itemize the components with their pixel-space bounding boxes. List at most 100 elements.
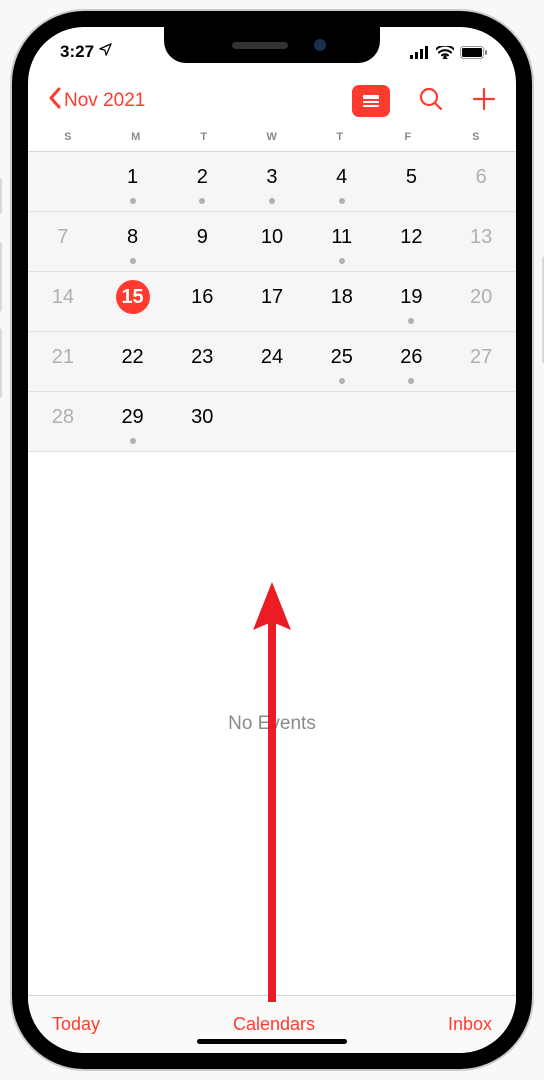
front-camera (314, 39, 326, 51)
day-cell[interactable]: 28 (28, 392, 98, 452)
search-button[interactable] (418, 86, 444, 117)
day-number: 16 (185, 280, 219, 314)
today-button[interactable]: Today (52, 1014, 100, 1035)
weekday-label: S (34, 131, 102, 143)
weekday-label: F (374, 131, 442, 143)
day-cell[interactable]: 22 (98, 332, 168, 392)
day-cell[interactable]: 30 (167, 392, 237, 452)
day-cell[interactable]: 2 (167, 152, 237, 212)
day-cell[interactable]: 20 (446, 272, 516, 332)
day-number (325, 400, 359, 434)
event-indicator-dot (339, 378, 345, 384)
day-number: 7 (46, 220, 80, 254)
day-cell (446, 392, 516, 452)
home-indicator[interactable] (197, 1039, 347, 1044)
event-indicator-dot (130, 198, 136, 204)
volume-up-button (0, 242, 2, 312)
cellular-signal-icon (410, 46, 430, 59)
day-number: 19 (394, 280, 428, 314)
day-cell[interactable]: 5 (377, 152, 447, 212)
status-right (410, 46, 488, 59)
day-cell[interactable]: 9 (167, 212, 237, 272)
day-number: 3 (255, 160, 289, 194)
day-cell[interactable]: 10 (237, 212, 307, 272)
event-indicator-dot (130, 258, 136, 264)
day-cell[interactable]: 6 (446, 152, 516, 212)
toolbar-right (352, 85, 496, 117)
back-button[interactable]: Nov 2021 (48, 87, 145, 115)
day-number: 23 (185, 340, 219, 374)
day-cell[interactable]: 11 (307, 212, 377, 272)
calendars-button[interactable]: Calendars (233, 1014, 315, 1035)
event-indicator-dot (339, 198, 345, 204)
day-number: 21 (46, 340, 80, 374)
day-cell[interactable]: 12 (377, 212, 447, 272)
inbox-button[interactable]: Inbox (448, 1014, 492, 1035)
day-number (464, 400, 498, 434)
day-cell[interactable]: 23 (167, 332, 237, 392)
day-number: 1 (116, 160, 150, 194)
day-cell[interactable]: 26 (377, 332, 447, 392)
day-cell[interactable]: 27 (446, 332, 516, 392)
day-number: 30 (185, 400, 219, 434)
day-cell[interactable]: 8 (98, 212, 168, 272)
search-icon (418, 86, 444, 112)
day-number: 5 (394, 160, 428, 194)
day-cell (377, 392, 447, 452)
event-indicator-dot (408, 378, 414, 384)
status-time: 3:27 (60, 42, 94, 62)
list-view-icon (360, 92, 382, 110)
status-left: 3:27 (60, 42, 113, 62)
day-cell[interactable]: 1 (98, 152, 168, 212)
day-number: 25 (325, 340, 359, 374)
plus-icon (472, 87, 496, 111)
day-cell (28, 152, 98, 212)
day-number: 13 (464, 220, 498, 254)
day-number: 6 (464, 160, 498, 194)
event-indicator-dot (199, 198, 205, 204)
add-event-button[interactable] (472, 87, 496, 116)
event-indicator-dot (269, 198, 275, 204)
month-label: Nov 2021 (64, 90, 145, 112)
day-number: 22 (116, 340, 150, 374)
day-number: 10 (255, 220, 289, 254)
events-area[interactable]: No Events (28, 452, 516, 995)
day-cell[interactable]: 21 (28, 332, 98, 392)
list-view-toggle[interactable] (352, 85, 390, 117)
day-cell[interactable]: 14 (28, 272, 98, 332)
day-number: 26 (394, 340, 428, 374)
day-cell[interactable]: 29 (98, 392, 168, 452)
weekday-label: S (442, 131, 510, 143)
day-cell[interactable]: 3 (237, 152, 307, 212)
day-cell[interactable]: 4 (307, 152, 377, 212)
weekday-label: T (170, 131, 238, 143)
day-number: 24 (255, 340, 289, 374)
day-cell[interactable]: 13 (446, 212, 516, 272)
day-cell[interactable]: 7 (28, 212, 98, 272)
day-cell[interactable]: 25 (307, 332, 377, 392)
day-cell[interactable]: 18 (307, 272, 377, 332)
day-cell[interactable]: 24 (237, 332, 307, 392)
day-number: 18 (325, 280, 359, 314)
weekday-label: M (102, 131, 170, 143)
day-number (394, 400, 428, 434)
event-indicator-dot (130, 438, 136, 444)
day-number: 11 (325, 220, 359, 254)
day-cell (307, 392, 377, 452)
day-cell (237, 392, 307, 452)
phone-body: 3:27 (12, 11, 532, 1069)
day-number: 28 (46, 400, 80, 434)
top-toolbar: Nov 2021 (28, 77, 516, 125)
day-cell[interactable]: 15 (98, 272, 168, 332)
speaker (232, 42, 288, 49)
day-cell[interactable]: 19 (377, 272, 447, 332)
day-cell[interactable]: 17 (237, 272, 307, 332)
day-number (255, 400, 289, 434)
day-number: 17 (255, 280, 289, 314)
volume-down-button (0, 328, 2, 398)
weekday-label: W (238, 131, 306, 143)
day-number: 15 (116, 280, 150, 314)
silent-switch (0, 178, 2, 214)
event-indicator-dot (408, 318, 414, 324)
day-cell[interactable]: 16 (167, 272, 237, 332)
